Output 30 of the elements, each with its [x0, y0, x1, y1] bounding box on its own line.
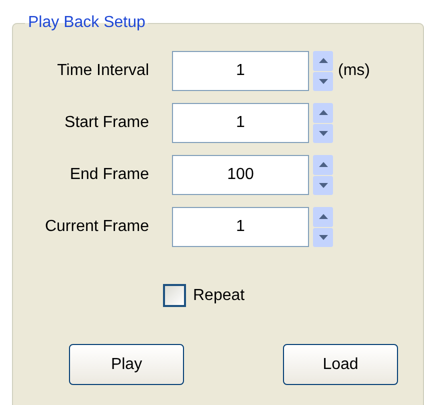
down-arrow-icon: [318, 78, 328, 84]
number-field[interactable]: 1: [172, 103, 309, 143]
spin-down-button[interactable]: [313, 176, 333, 195]
number-field[interactable]: 1: [172, 207, 309, 247]
action-button[interactable]: Load: [283, 344, 398, 385]
field-label: End Frame: [70, 166, 149, 184]
repeat-checkbox[interactable]: [163, 284, 186, 307]
number-field[interactable]: 100: [172, 155, 309, 195]
spin-down-button[interactable]: [313, 72, 333, 91]
unit-label: (ms): [338, 62, 371, 80]
down-arrow-icon: [318, 234, 328, 240]
field-label: Start Frame: [64, 114, 149, 132]
number-field[interactable]: 1: [172, 51, 309, 91]
up-arrow-icon: [318, 214, 328, 220]
spin-up-button[interactable]: [313, 207, 333, 226]
up-arrow-icon: [318, 58, 328, 64]
field-label: Current Frame: [44, 218, 149, 236]
down-arrow-icon: [318, 182, 328, 188]
field-label: Time Interval: [57, 62, 149, 80]
spin-up-button[interactable]: [313, 155, 333, 174]
up-arrow-icon: [318, 110, 328, 116]
checkbox-label: Repeat: [193, 286, 245, 304]
spin-down-button[interactable]: [313, 228, 333, 247]
group-title: Play Back Setup: [27, 14, 146, 32]
up-arrow-icon: [318, 162, 328, 168]
down-arrow-icon: [318, 130, 328, 136]
action-button[interactable]: Play: [69, 344, 184, 385]
spin-up-button[interactable]: [313, 103, 333, 122]
spin-down-button[interactable]: [313, 124, 333, 143]
spin-up-button[interactable]: [313, 51, 333, 70]
